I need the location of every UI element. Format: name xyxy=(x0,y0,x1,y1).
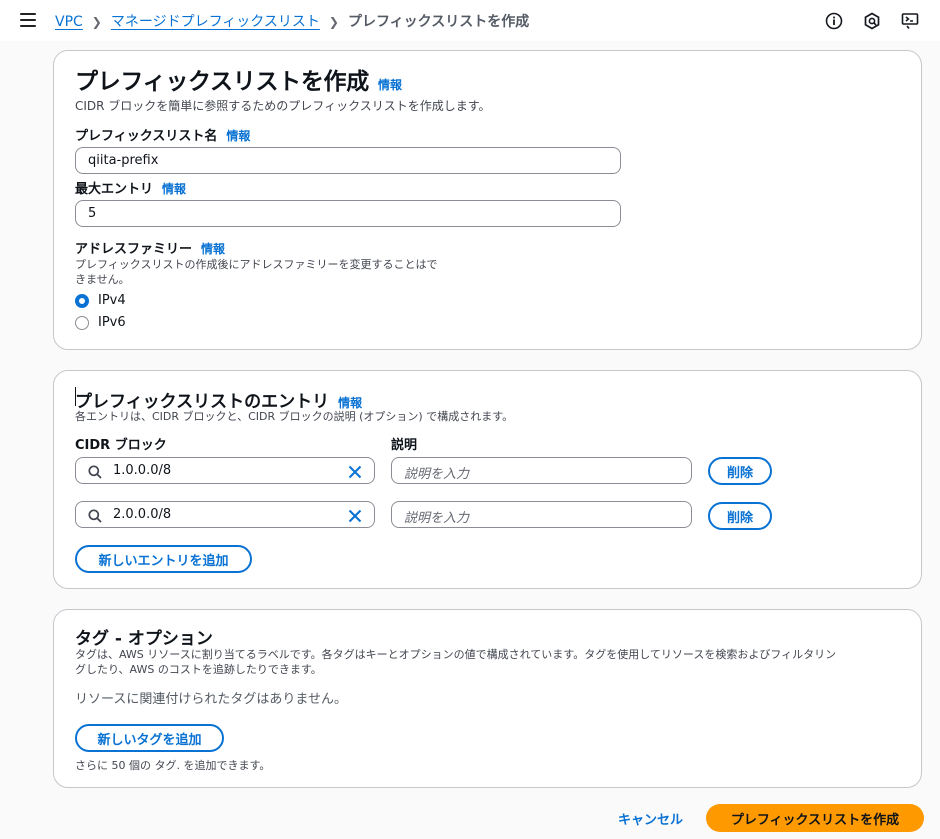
radio-ipv4-label: IPv4 xyxy=(98,293,126,308)
tags-description: タグは、AWS リソースに割り当てるラベルです。各タグはキーとオプションの値で構… xyxy=(75,647,910,677)
tags-description-line: タグは、AWS リソースに割り当てるラベルです。各タグはキーとオプションの値で構… xyxy=(75,648,837,661)
address-family-description: プレフィックスリストの作成後にアドレスファミリーを変更することはで きません。 xyxy=(75,257,437,287)
radio-ipv6[interactable]: IPv6 xyxy=(75,315,126,330)
radio-selected-icon[interactable] xyxy=(75,293,89,308)
description-input[interactable]: 説明を入力 xyxy=(391,501,692,528)
prefix-list-name-input[interactable]: qiita-prefix xyxy=(75,147,621,174)
info-link[interactable]: 情報 xyxy=(201,242,225,256)
remove-entry-button[interactable]: 削除 xyxy=(708,502,772,530)
clear-icon[interactable] xyxy=(348,508,362,527)
info-circle-icon[interactable] xyxy=(824,11,844,31)
chevron-right-icon: ❯ xyxy=(91,15,102,29)
tags-remaining-text: さらに 50 個の タグ. を追加できます。 xyxy=(75,759,271,772)
description-input[interactable]: 説明を入力 xyxy=(391,457,692,484)
no-tags-text: リソースに関連付けられたタグはありません。 xyxy=(75,692,347,707)
feedback-icon[interactable] xyxy=(900,11,920,31)
search-icon xyxy=(88,464,102,483)
address-family-label: アドレスファミリー xyxy=(75,242,193,257)
description-column-label: 説明 xyxy=(391,438,418,453)
max-entries-input[interactable]: 5 xyxy=(75,200,621,227)
breadcrumb-vpc[interactable]: VPC xyxy=(55,14,83,30)
add-entry-button[interactable]: 新しいエントリを追加 xyxy=(75,545,252,573)
tags-description-line: グしたり、AWS のコストを追跡したりできます。 xyxy=(75,663,322,676)
name-label: プレフィックスリスト名 xyxy=(75,129,218,144)
breadcrumb: VPC ❯ マネージドプレフィックスリスト ❯ プレフィックスリストを作成 xyxy=(55,11,529,31)
page-title: プレフィックスリストを作成 xyxy=(75,69,369,95)
breadcrumb-current: プレフィックスリストを作成 xyxy=(347,14,530,30)
cidr-value: 2.0.0.0/8 xyxy=(113,507,172,522)
create-prefix-list-button[interactable]: プレフィックスリストを作成 xyxy=(706,804,924,832)
remove-entry-button[interactable]: 削除 xyxy=(708,457,772,485)
cidr-value: 1.0.0.0/8 xyxy=(113,463,172,478)
info-link[interactable]: 情報 xyxy=(226,129,250,143)
cancel-button[interactable]: キャンセル xyxy=(618,809,683,828)
max-entries-label: 最大エントリ xyxy=(75,182,154,197)
main-content: プレフィックスリストを作成 情報 CIDR ブロックを簡単に参照するためのプレフィ… xyxy=(0,41,940,839)
cidr-column-label: CIDR ブロック xyxy=(75,438,167,453)
info-link[interactable]: 情報 xyxy=(378,78,402,92)
prefix-list-entries-card: プレフィックスリストのエントリ 情報 各エントリは、CIDR ブロックと、CIDR… xyxy=(53,370,922,589)
search-icon xyxy=(88,508,102,527)
chevron-right-icon: ❯ xyxy=(328,15,339,29)
tags-title: タグ - オプション xyxy=(75,629,213,649)
address-family-description-line: プレフィックスリストの作成後にアドレスファミリーを変更することはで xyxy=(75,258,438,271)
clear-icon[interactable] xyxy=(348,464,362,483)
page-description: CIDR ブロックを簡単に参照するためのプレフィックスリストを作成します。 xyxy=(75,99,491,113)
breadcrumb-managed-prefix-lists[interactable]: マネージドプレフィックスリスト xyxy=(111,14,320,30)
top-bar: VPC ❯ マネージドプレフィックスリスト ❯ プレフィックスリストを作成 xyxy=(0,0,940,42)
entries-description: 各エントリは、CIDR ブロックと、CIDR ブロックの説明 (オプション) で… xyxy=(75,410,514,423)
notifications-icon[interactable] xyxy=(862,11,882,31)
cidr-input[interactable]: 2.0.0.0/8 xyxy=(75,501,375,528)
info-link[interactable]: 情報 xyxy=(162,182,186,196)
menu-icon[interactable] xyxy=(20,13,36,27)
prefix-list-settings-card: プレフィックスリストを作成 情報 CIDR ブロックを簡単に参照するためのプレフィ… xyxy=(53,50,922,350)
cidr-input[interactable]: 1.0.0.0/8 xyxy=(75,457,375,484)
add-tag-button[interactable]: 新しいタグを追加 xyxy=(75,724,224,752)
radio-ipv6-label: IPv6 xyxy=(98,315,126,330)
radio-ipv4[interactable]: IPv4 xyxy=(75,293,126,308)
address-family-description-line: きません。 xyxy=(75,273,130,286)
tags-card: タグ - オプション タグは、AWS リソースに割り当てるラベルです。各タグはキ… xyxy=(53,609,922,788)
radio-unselected-icon[interactable] xyxy=(75,315,89,330)
